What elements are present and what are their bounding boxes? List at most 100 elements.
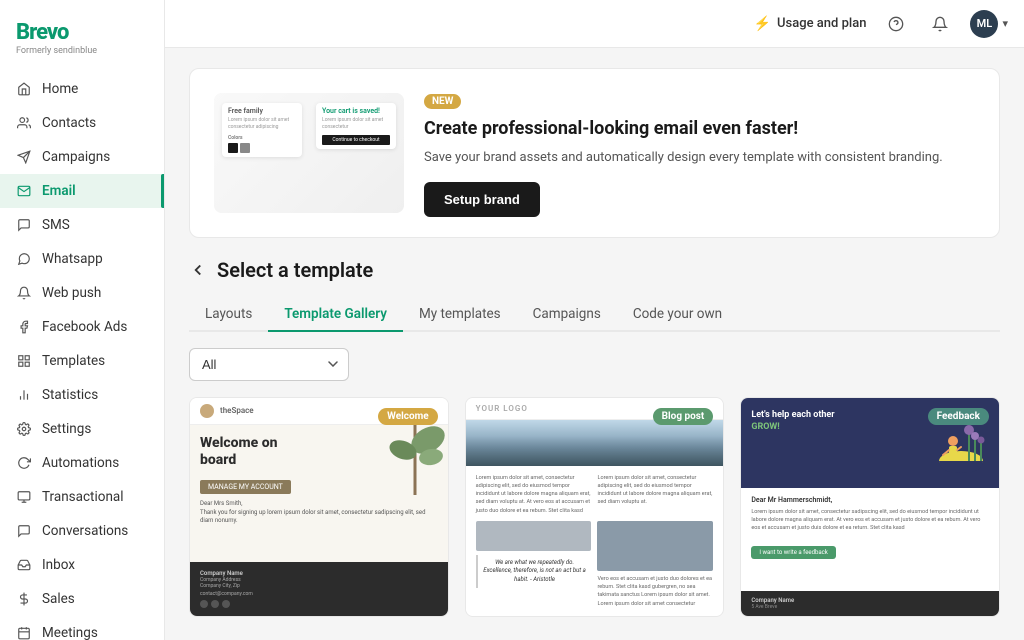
brand-banner: Free family Lorem ipsum dolor sit amet c… <box>189 68 1000 238</box>
card1-text: Dear Mrs Smith, Thank you for signing up… <box>200 500 438 525</box>
sidebar-label-conversations: Conversations <box>42 523 128 539</box>
template-card-blog[interactable]: YOUR LOGO Lorem ipsum dolor sit amet, co… <box>465 397 725 617</box>
webpush-icon <box>16 285 32 301</box>
card2-overlay <box>466 436 724 466</box>
sidebar-label-templates: Templates <box>42 353 105 369</box>
help-button[interactable] <box>882 10 910 38</box>
card3-content: Let's help each other GROW! <box>741 398 999 616</box>
card3-body: Dear Mr Hammerschmidt, Lorem ipsum dolor… <box>741 488 999 591</box>
content-area: Free family Lorem ipsum dolor sit amet c… <box>165 48 1024 640</box>
sidebar-label-automations: Automations <box>42 455 119 471</box>
card2-logo: YOUR LOGO <box>476 404 528 413</box>
card3-headline-accent: GROW! <box>751 422 779 432</box>
conversations-icon <box>16 523 32 539</box>
sidebar-item-email[interactable]: Email <box>0 174 164 208</box>
inbox-icon <box>16 557 32 573</box>
templates-icon <box>16 353 32 369</box>
category-filter[interactable]: All Welcome Newsletter Promotional Trans… <box>189 348 349 381</box>
whatsapp-icon <box>16 251 32 267</box>
brand-name: Brevo <box>16 20 148 45</box>
chevron-down-icon: ▾ <box>1002 17 1008 30</box>
card2-bottom-right: Vero eos et accusam et justo duo dolores… <box>597 521 713 608</box>
card2-text-left: Lorem ipsum dolor sit amet, consectetur … <box>476 474 592 515</box>
statistics-icon <box>16 387 32 403</box>
sidebar-item-conversations[interactable]: Conversations <box>0 514 164 548</box>
usage-label: Usage and plan <box>777 16 866 31</box>
sidebar-label-statistics: Statistics <box>42 387 98 403</box>
card2-small-img2 <box>597 521 713 571</box>
brand-sub: Formerly sendinblue <box>16 46 148 56</box>
card2-body: Lorem ipsum dolor sit amet, consectetur … <box>466 466 724 616</box>
tab-code-your-own[interactable]: Code your own <box>617 298 738 332</box>
tab-campaigns[interactable]: Campaigns <box>517 298 617 332</box>
sidebar-item-webpush[interactable]: Web push <box>0 276 164 310</box>
sidebar-label-settings: Settings <box>42 421 91 437</box>
filter-row: All Welcome Newsletter Promotional Trans… <box>189 348 1000 381</box>
sidebar: Brevo Formerly sendinblue Home Contacts … <box>0 0 165 640</box>
banner-badge: NEW <box>424 94 461 109</box>
tab-template-gallery[interactable]: Template Gallery <box>268 298 403 332</box>
template-tabs: Layouts Template Gallery My templates Ca… <box>189 298 1000 332</box>
meetings-icon <box>16 625 32 640</box>
setup-brand-button[interactable]: Setup brand <box>424 182 540 217</box>
avatar: ML <box>970 10 998 38</box>
sidebar-item-campaigns[interactable]: Campaigns <box>0 140 164 174</box>
sidebar-label-campaigns: Campaigns <box>42 149 110 165</box>
card2-bottom-cols: We are what we repeatedly do. Excellence… <box>476 521 714 608</box>
sms-icon <box>16 217 32 233</box>
card2-hero-image <box>466 420 724 466</box>
sidebar-label-webpush: Web push <box>42 285 101 301</box>
automations-icon <box>16 455 32 471</box>
section-header: Select a template <box>189 258 1000 282</box>
sidebar-nav: Home Contacts Campaigns Email SMS <box>0 72 164 640</box>
sidebar-item-home[interactable]: Home <box>0 72 164 106</box>
card1-content: theSpace Welcome onboard MANAGE MY ACCOU… <box>190 398 448 616</box>
sidebar-label-home: Home <box>42 81 78 97</box>
tab-my-templates[interactable]: My templates <box>403 298 517 332</box>
card2-columns: Lorem ipsum dolor sit amet, consectetur … <box>476 474 714 515</box>
sidebar-item-contacts[interactable]: Contacts <box>0 106 164 140</box>
card1-avatar <box>200 404 214 418</box>
sidebar-label-sales: Sales <box>42 591 75 607</box>
welcome-badge: Welcome <box>378 408 438 425</box>
back-button[interactable] <box>189 261 207 279</box>
sidebar-item-inbox[interactable]: Inbox <box>0 548 164 582</box>
usage-and-plan-button[interactable]: ⚡ Usage and plan <box>754 16 867 32</box>
sales-icon <box>16 591 32 607</box>
card2-text-right: Lorem ipsum dolor sit amet, consectetur … <box>597 474 713 507</box>
main-area: ⚡ Usage and plan ML ▾ Free family Lorem … <box>165 0 1024 640</box>
sidebar-item-facebook[interactable]: Facebook Ads <box>0 310 164 344</box>
template-grid: theSpace Welcome onboard MANAGE MY ACCOU… <box>189 397 1000 617</box>
sidebar-item-statistics[interactable]: Statistics <box>0 378 164 412</box>
template-card-feedback[interactable]: Let's help each other GROW! <box>740 397 1000 617</box>
sidebar-item-sales[interactable]: Sales <box>0 582 164 616</box>
sidebar-item-automations[interactable]: Automations <box>0 446 164 480</box>
notifications-button[interactable] <box>926 10 954 38</box>
email-icon <box>16 183 32 199</box>
home-icon <box>16 81 32 97</box>
sidebar-item-settings[interactable]: Settings <box>0 412 164 446</box>
sidebar-item-whatsapp[interactable]: Whatsapp <box>0 242 164 276</box>
tab-layouts[interactable]: Layouts <box>189 298 268 332</box>
feedback-badge: Feedback <box>928 408 989 425</box>
sidebar-item-templates[interactable]: Templates <box>0 344 164 378</box>
user-menu[interactable]: ML ▾ <box>970 10 1008 38</box>
card2-text-bottom: Vero eos et accusam et justo duo dolores… <box>597 575 713 608</box>
card2-small-img <box>476 521 592 551</box>
sidebar-item-sms[interactable]: SMS <box>0 208 164 242</box>
banner-desc: Save your brand assets and automatically… <box>424 148 975 168</box>
sidebar-label-inbox: Inbox <box>42 557 75 573</box>
template-card-welcome[interactable]: theSpace Welcome onboard MANAGE MY ACCOU… <box>189 397 449 617</box>
facebook-icon <box>16 319 32 335</box>
card3-feedback-button[interactable]: I want to write a feedback <box>751 546 835 559</box>
settings-icon <box>16 421 32 437</box>
sidebar-item-meetings[interactable]: Meetings <box>0 616 164 640</box>
preview-card-right: Your cart is saved! Lorem ipsum dolor si… <box>316 103 396 149</box>
card2-col-right: Lorem ipsum dolor sit amet, consectetur … <box>597 474 713 515</box>
sidebar-label-whatsapp: Whatsapp <box>42 251 103 267</box>
card2-content: YOUR LOGO Lorem ipsum dolor sit amet, co… <box>466 398 724 616</box>
card2-col-left: Lorem ipsum dolor sit amet, consectetur … <box>476 474 592 515</box>
campaigns-icon <box>16 149 32 165</box>
sidebar-label-transactional: Transactional <box>42 489 124 505</box>
sidebar-item-transactional[interactable]: Transactional <box>0 480 164 514</box>
